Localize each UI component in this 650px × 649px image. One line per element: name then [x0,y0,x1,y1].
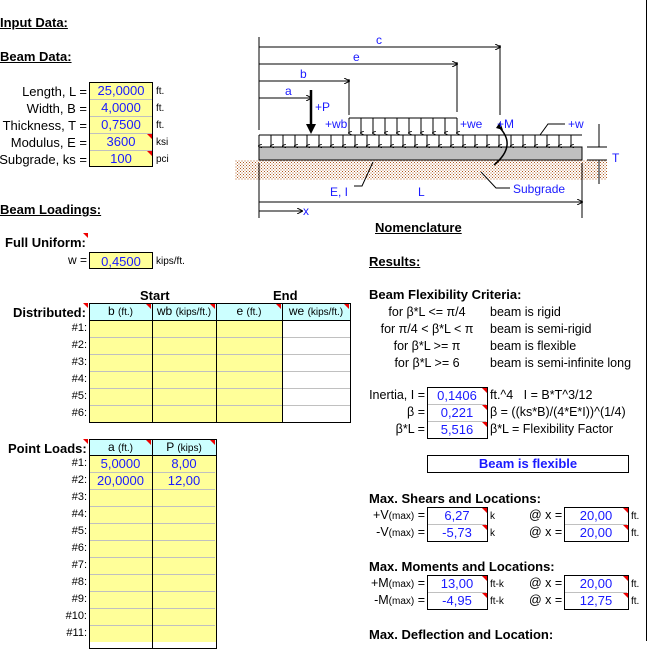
label-c: c [376,33,382,47]
criteria-description: beam is semi-rigid [490,322,592,336]
label-e: e [353,50,360,64]
shears-unit: k [490,511,495,522]
label-x: x [303,204,309,218]
label-subgrade: Subgrade [513,182,565,196]
criteria-condition: for π/4 < β*L < π [380,322,474,336]
moments-at-label: @ x = [529,593,563,607]
results-heading: Results: [369,254,421,269]
shears-title: Max. Shears and Locations: [369,491,541,506]
deflection-title: Max. Deflection and Location: [369,627,554,642]
criteria-description: beam is rigid [490,305,561,319]
subgrade-soil [235,160,607,180]
label-w: +w [568,117,584,131]
moments-at-label: @ x = [529,576,563,590]
moments-unit: ft-k [490,596,504,607]
shears-unit: k [490,528,495,539]
nomenclature-diagram: c e b a +P +wb +we +M +w T E, I L Subgra… [235,33,620,218]
criteria-title: Beam Flexibility Criteria: [369,287,522,302]
property-formula: β = ((ks*B)/(4*E*I))^(1/4) [490,405,626,419]
label-wb: +wb [325,117,348,131]
label-t: T [612,151,620,165]
property-formula: β*L = Flexibility Factor [490,422,614,436]
property-label: β*L = [395,422,425,436]
shears-at-label: @ x = [529,508,563,522]
property-formula: ft.^4 I = B*T^3/12 [490,388,593,402]
page-border [646,0,647,641]
property-label: Inertia, I = [369,388,425,402]
label-p: +P [315,100,330,114]
shears-location-unit: ft. [631,511,640,522]
criteria-condition: for β*L >= 6 [394,356,460,370]
flexibility-status: Beam is flexible [427,455,629,473]
property-label: β = [407,405,425,419]
label-we: +we [460,117,483,131]
criteria-description: beam is flexible [490,339,577,353]
moments-label: -M(max) = [374,593,425,607]
label-l: L [418,185,425,199]
moments-location-unit: ft. [631,596,640,607]
label-b: b [300,67,307,81]
label-m: +M [497,117,514,131]
beam-body [258,146,583,161]
moments-label: +M(max) = [370,576,425,590]
moments-unit: ft-k [490,579,504,590]
label-ei: E, I [330,185,348,199]
moments-location-unit: ft. [631,579,640,590]
shears-location-unit: ft. [631,528,640,539]
moments-title: Max. Moments and Locations: [369,559,555,574]
label-a: a [285,84,292,98]
shears-label: -V(max) = [376,525,425,539]
criteria-description: beam is semi-infinite long [490,356,632,370]
criteria-condition: for β*L <= π/4 [388,305,466,319]
shears-at-label: @ x = [529,525,563,539]
nomenclature-title: Nomenclature [375,220,462,235]
shears-label: +V(max) = [373,508,425,522]
criteria-condition: for β*L >= π [393,339,461,353]
